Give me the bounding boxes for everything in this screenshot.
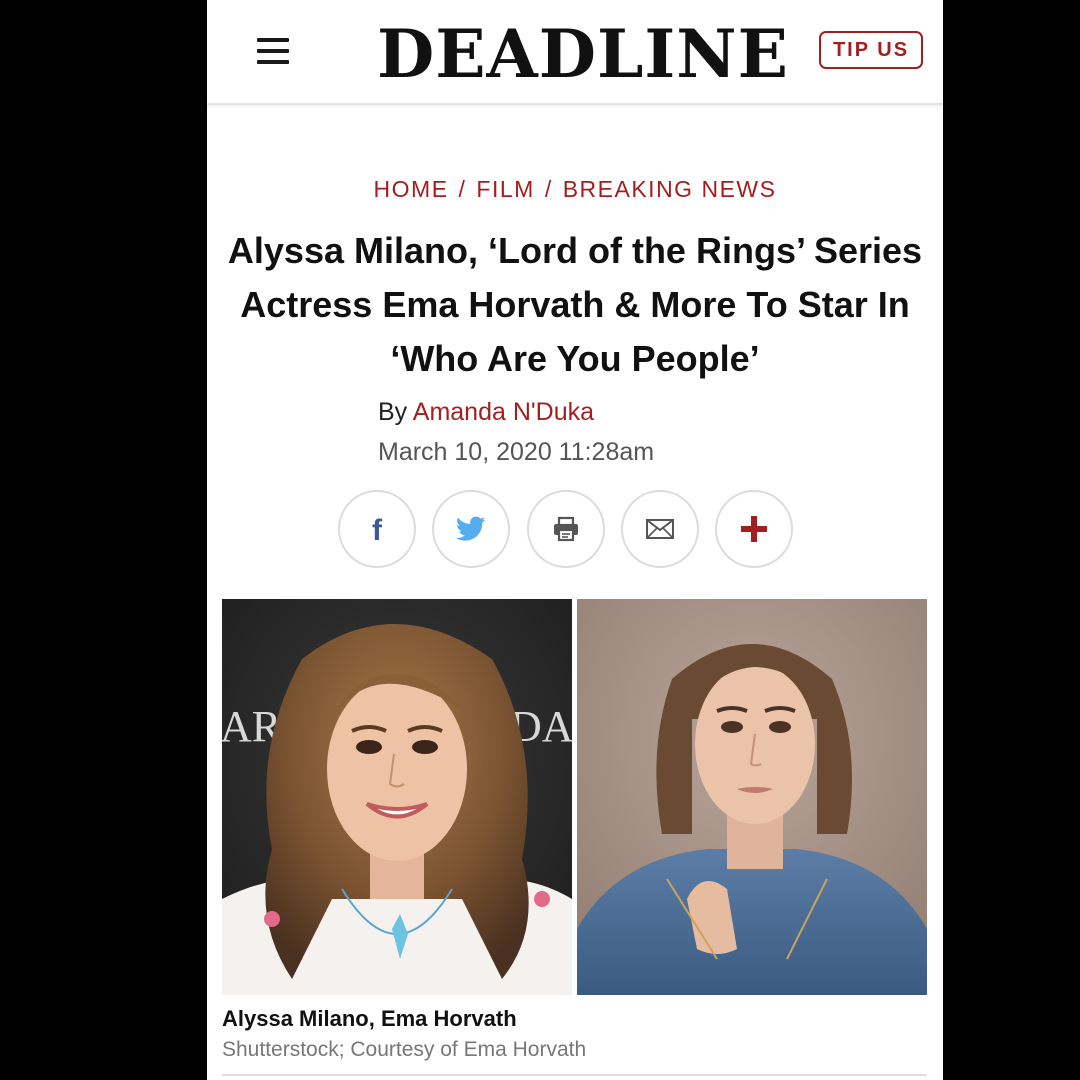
facebook-icon: f xyxy=(372,514,383,544)
photo-alyssa-milano: AR DA xyxy=(222,599,572,995)
article-headline: Alyssa Milano, ‘Lord of the Rings’ Serie… xyxy=(227,230,923,379)
share-more-button[interactable] xyxy=(715,490,793,568)
portrait-illustration-left: AR DA xyxy=(222,599,572,995)
plus-icon xyxy=(741,516,767,542)
share-twitter-button[interactable] xyxy=(432,490,510,568)
site-header: DEADLINE TIP US xyxy=(207,0,943,105)
share-print-button[interactable] xyxy=(527,490,605,568)
share-facebook-button[interactable]: f xyxy=(338,490,416,568)
portrait-illustration-right xyxy=(577,599,927,995)
breadcrumb-film[interactable]: FILM xyxy=(476,176,534,202)
breadcrumb-home[interactable]: HOME xyxy=(374,176,449,202)
breadcrumb-breaking-news[interactable]: BREAKING NEWS xyxy=(563,176,777,202)
divider xyxy=(222,1074,927,1076)
publish-date: March 10, 2020 11:28am xyxy=(378,438,655,466)
share-email-button[interactable] xyxy=(621,490,699,568)
svg-text:f: f xyxy=(372,514,383,544)
photo-credit: Shutterstock; Courtesy of Ema Horvath xyxy=(222,1038,587,1061)
byline: By Amanda N'Duka xyxy=(378,398,594,427)
twitter-icon xyxy=(456,516,486,541)
photo-caption-title: Alyssa Milano, Ema Horvath xyxy=(222,1006,517,1031)
author-link[interactable]: Amanda N'Duka xyxy=(413,398,594,426)
print-icon xyxy=(554,516,578,542)
tip-us-button[interactable]: TIP US xyxy=(819,31,923,69)
breadcrumb-separator: / xyxy=(458,176,467,202)
breadcrumb: HOME / FILM / BREAKING NEWS xyxy=(207,176,943,203)
email-icon xyxy=(646,519,674,539)
hamburger-menu-icon[interactable] xyxy=(257,38,289,64)
byline-prefix: By xyxy=(378,398,408,426)
site-logo[interactable]: DEADLINE xyxy=(377,19,788,89)
photo-ema-horvath xyxy=(577,599,927,995)
phone-screen: DEADLINE TIP US HOME / FILM / BREAKING NEWS … xyxy=(207,0,943,1080)
breadcrumb-separator: / xyxy=(544,176,553,202)
